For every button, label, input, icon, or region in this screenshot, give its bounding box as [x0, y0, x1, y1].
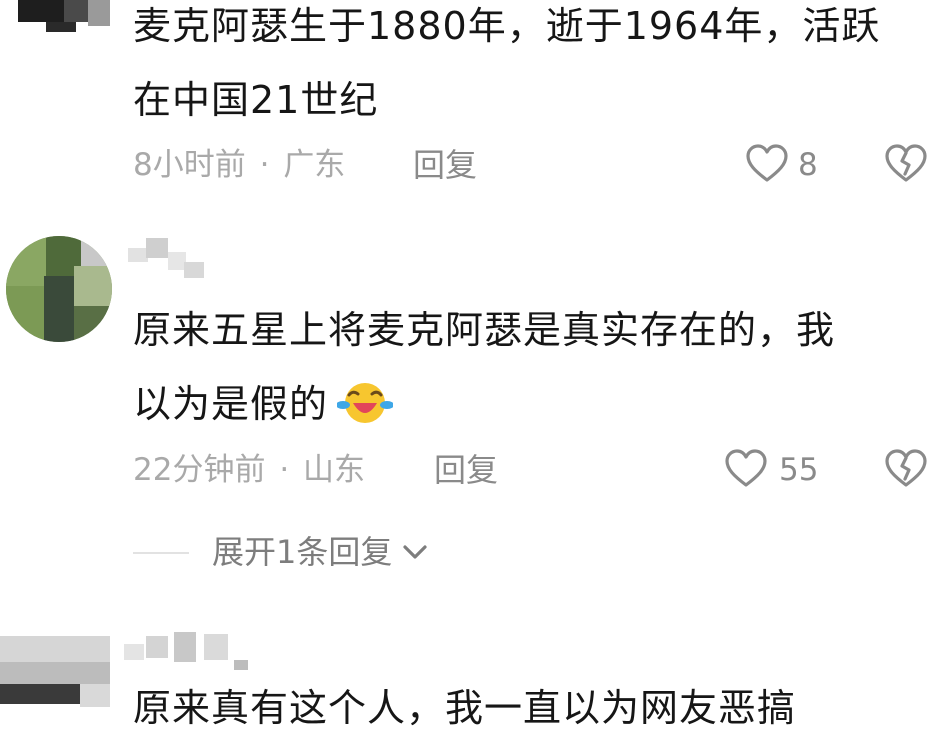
- expand-replies-button[interactable]: 展开1条回复: [212, 536, 429, 570]
- avatar[interactable]: [18, 0, 110, 34]
- reply-button[interactable]: 回复: [434, 454, 498, 486]
- username-redacted[interactable]: [124, 632, 252, 672]
- dislike-button[interactable]: [884, 143, 930, 185]
- comment-text-row: 以为是假的: [133, 382, 395, 427]
- comment-text: 原来真有这个人，我一直以为网友恶搞: [133, 686, 797, 730]
- timestamp: 8小时前: [133, 147, 246, 183]
- replies-divider: [133, 552, 189, 554]
- location: 广东: [283, 147, 346, 183]
- reply-button[interactable]: 回复: [413, 149, 477, 181]
- location: 山东: [303, 452, 366, 488]
- username-redacted[interactable]: [128, 238, 204, 282]
- meta-separator: ·: [259, 147, 270, 183]
- chevron-down-icon: [401, 540, 429, 568]
- comment-text: 在中国21世纪: [133, 78, 379, 122]
- comment-meta: 8小时前 · 广东: [133, 150, 345, 181]
- laughing-crying-emoji-icon: [336, 381, 395, 429]
- comment-text: 以为是假的: [133, 382, 329, 426]
- broken-heart-icon: [884, 448, 930, 488]
- avatar[interactable]: [0, 636, 110, 707]
- comment-text: 麦克阿瑟生于1880年，逝于1964年，活跃: [133, 4, 881, 48]
- timestamp: 22分钟前: [133, 452, 266, 488]
- expand-replies-label: 展开1条回复: [212, 533, 393, 571]
- comment-meta: 22分钟前 · 山东: [133, 455, 365, 486]
- heart-icon: [745, 143, 791, 183]
- like-button[interactable]: [724, 448, 770, 490]
- comment-text: 原来五星上将麦克阿瑟是真实存在的，我: [133, 308, 836, 352]
- meta-separator: ·: [279, 452, 290, 488]
- avatar[interactable]: [6, 236, 112, 342]
- like-count: 8: [798, 147, 818, 183]
- heart-icon: [724, 448, 770, 488]
- like-count: 55: [779, 452, 819, 488]
- like-button[interactable]: [745, 143, 791, 185]
- dislike-button[interactable]: [884, 448, 930, 490]
- broken-heart-icon: [884, 143, 930, 183]
